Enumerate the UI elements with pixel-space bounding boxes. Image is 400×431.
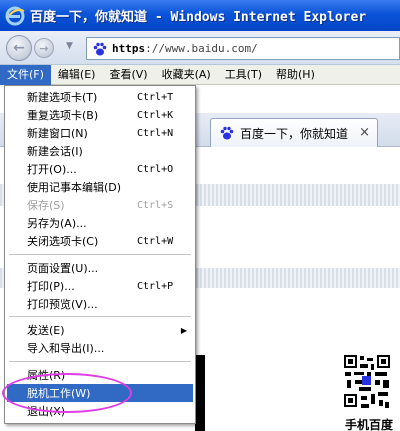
close-icon[interactable]: ×: [359, 125, 370, 140]
file-menu-dropdown: 新建选项卡(T) Ctrl+T 重复选项卡(B) Ctrl+K 新建窗口(N) …: [4, 85, 196, 424]
menu-item-save[interactable]: 保存(S) Ctrl+S: [7, 196, 193, 214]
menu-item-send[interactable]: 发送(E) ▶: [7, 321, 193, 339]
menu-item-shortcut: Ctrl+W: [137, 235, 174, 247]
baidu-paw-icon: [93, 42, 107, 55]
menu-item-new-tab[interactable]: 新建选项卡(T) Ctrl+T: [7, 88, 193, 106]
menu-separator: [9, 316, 191, 317]
address-bar[interactable]: https://www.baidu.com/: [86, 37, 400, 60]
menu-file[interactable]: 文件(F): [0, 64, 51, 85]
menu-item-exit[interactable]: 退出(X): [7, 402, 193, 420]
menu-item-shortcut: Ctrl+N: [137, 127, 174, 139]
tab-label: 百度一下，你就知道: [240, 126, 349, 141]
menu-item-shortcut: Ctrl+O: [137, 163, 174, 175]
tab-baidu[interactable]: 百度一下，你就知道 ×: [210, 118, 378, 147]
menu-item-label: 打印预览(V)...: [27, 298, 98, 311]
menu-item-open[interactable]: 打开(O)... Ctrl+O: [7, 160, 193, 178]
menu-item-label: 脱机工作(W): [27, 387, 91, 400]
menu-item-label: 属性(R): [27, 369, 66, 382]
menu-item-label: 使用记事本编辑(D): [27, 181, 122, 194]
menu-item-shortcut: Ctrl+T: [137, 91, 174, 103]
qr-code-icon: [343, 354, 391, 412]
menu-item-import-export[interactable]: 导入和导出(I)...: [7, 339, 193, 357]
menu-item-new-session[interactable]: 新建会话(I): [7, 142, 193, 160]
menu-bar: 文件(F) 编辑(E) 查看(V) 收藏夹(A) 工具(T) 帮助(H): [0, 64, 400, 85]
menu-item-save-as[interactable]: 另存为(A)...: [7, 214, 193, 232]
page-content-block: [195, 355, 205, 431]
menu-item-work-offline[interactable]: 脱机工作(W): [7, 384, 193, 402]
address-text: ://www.baidu.com/: [145, 42, 258, 55]
menu-item-edit-with-notepad[interactable]: 使用记事本编辑(D): [7, 178, 193, 196]
menu-help[interactable]: 帮助(H): [269, 65, 322, 85]
menu-item-label: 新建会话(I): [27, 145, 83, 158]
menu-item-shortcut: Ctrl+P: [137, 280, 174, 292]
menu-edit[interactable]: 编辑(E): [51, 65, 103, 85]
window-titlebar[interactable]: 百度一下，你就知道 - Windows Internet Explorer: [0, 0, 400, 31]
menu-favorites[interactable]: 收藏夹(A): [155, 65, 218, 85]
menu-item-label: 发送(E): [27, 324, 65, 337]
menu-separator: [9, 254, 191, 255]
baidu-paw-icon: [220, 126, 234, 140]
qr-caption: 手机百度: [345, 418, 394, 431]
chevron-down-icon[interactable]: ▼: [66, 41, 73, 51]
submenu-arrow-icon: ▶: [180, 325, 187, 335]
menu-separator: [9, 361, 191, 362]
forward-arrow-icon[interactable]: →: [34, 38, 54, 58]
menu-item-label: 页面设置(U)...: [27, 262, 99, 275]
internet-explorer-icon: [5, 6, 25, 25]
back-arrow-icon[interactable]: ←: [6, 35, 32, 61]
menu-item-print-preview[interactable]: 打印预览(V)...: [7, 295, 193, 313]
address-scheme: https: [112, 42, 146, 55]
menu-item-print[interactable]: 打印(P)... Ctrl+P: [7, 277, 193, 295]
menu-item-new-window[interactable]: 新建窗口(N) Ctrl+N: [7, 124, 193, 142]
menu-item-properties[interactable]: 属性(R): [7, 366, 193, 384]
menu-item-close-tab[interactable]: 关闭选项卡(C) Ctrl+W: [7, 232, 193, 250]
menu-item-label: 退出(X): [27, 405, 66, 418]
menu-item-page-setup[interactable]: 页面设置(U)...: [7, 259, 193, 277]
menu-item-label: 导入和导出(I)...: [27, 342, 105, 355]
menu-view[interactable]: 查看(V): [102, 65, 154, 85]
menu-item-shortcut: Ctrl+S: [137, 199, 174, 211]
menu-item-label: 另存为(A)...: [27, 217, 87, 230]
menu-item-duplicate-tab[interactable]: 重复选项卡(B) Ctrl+K: [7, 106, 193, 124]
window-title: 百度一下，你就知道 - Windows Internet Explorer: [30, 10, 367, 25]
menu-tools[interactable]: 工具(T): [218, 65, 269, 85]
menu-item-shortcut: Ctrl+K: [137, 109, 174, 121]
navigation-bar: ← → ▼ https://www.baidu.com/: [0, 31, 400, 65]
